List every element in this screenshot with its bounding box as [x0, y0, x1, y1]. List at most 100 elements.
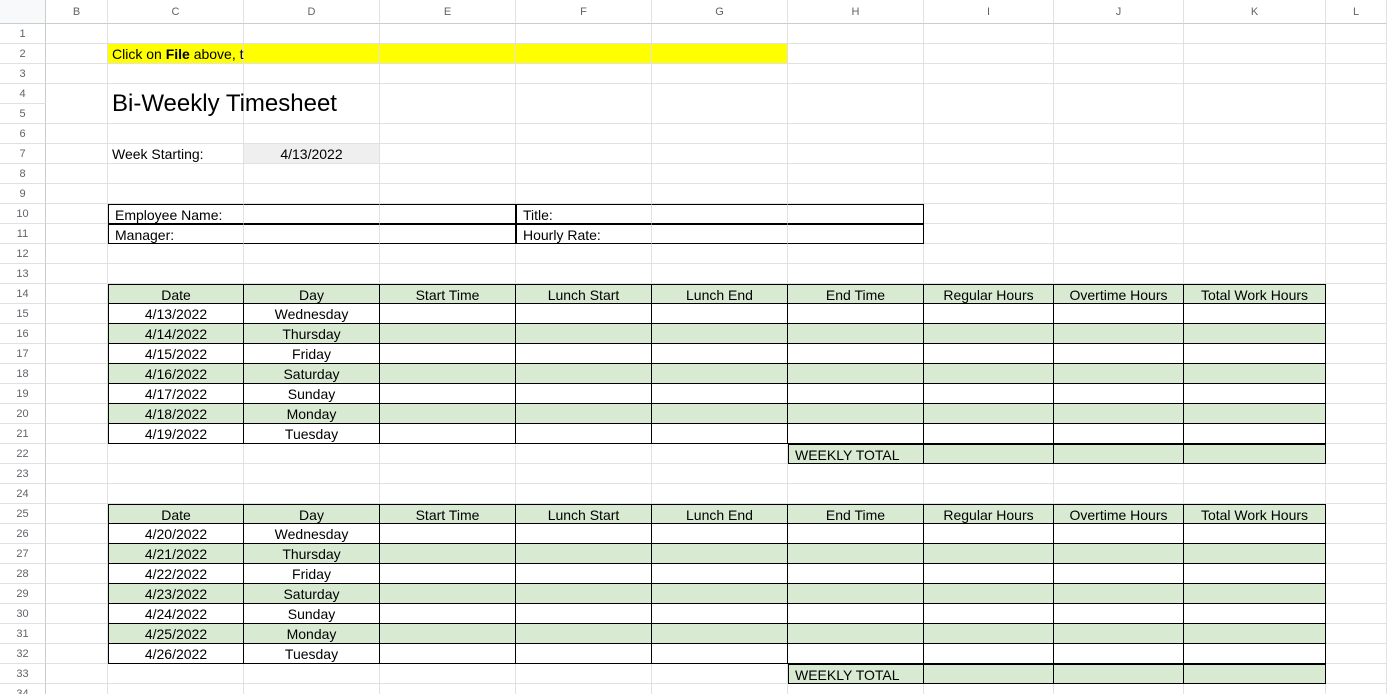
cell[interactable] — [924, 484, 1054, 504]
cell[interactable] — [652, 264, 788, 284]
time-cell[interactable] — [1184, 364, 1326, 384]
time-cell[interactable] — [652, 524, 788, 544]
time-cell[interactable] — [1054, 584, 1184, 604]
cell[interactable] — [46, 164, 108, 184]
row-header[interactable]: 27 — [0, 544, 46, 564]
col-header-E[interactable]: E — [380, 0, 516, 24]
cell[interactable] — [1326, 84, 1387, 124]
cell[interactable] — [652, 684, 788, 694]
cell[interactable] — [1054, 84, 1184, 124]
cell[interactable] — [244, 264, 380, 284]
day-cell[interactable]: Tuesday — [244, 424, 380, 444]
time-cell[interactable] — [516, 624, 652, 644]
cell[interactable] — [788, 44, 924, 64]
cell[interactable] — [244, 444, 380, 464]
time-cell[interactable] — [788, 404, 924, 424]
row-header[interactable]: 10 — [0, 204, 46, 224]
cell[interactable] — [244, 464, 380, 484]
col-header-H[interactable]: H — [788, 0, 924, 24]
cell[interactable] — [46, 404, 108, 424]
cell[interactable] — [652, 204, 788, 224]
cell[interactable] — [46, 184, 108, 204]
time-cell[interactable] — [1184, 564, 1326, 584]
col-header-L[interactable]: L — [1326, 0, 1387, 24]
cell[interactable] — [46, 484, 108, 504]
cell[interactable] — [380, 464, 516, 484]
row-header[interactable]: 29 — [0, 584, 46, 604]
time-cell[interactable] — [652, 324, 788, 344]
cell[interactable] — [244, 244, 380, 264]
cell[interactable] — [516, 464, 652, 484]
cell[interactable] — [1054, 144, 1184, 164]
cell[interactable] — [516, 84, 652, 124]
cell[interactable] — [1184, 224, 1326, 244]
cell[interactable] — [1184, 144, 1326, 164]
time-cell[interactable] — [924, 344, 1054, 364]
day-cell[interactable]: Monday — [244, 624, 380, 644]
cell[interactable] — [652, 64, 788, 84]
cell[interactable] — [46, 684, 108, 694]
date-cell[interactable]: 4/26/2022 — [108, 644, 244, 664]
cell[interactable] — [244, 64, 380, 84]
cell[interactable] — [1326, 384, 1387, 404]
cell[interactable] — [46, 584, 108, 604]
day-cell[interactable]: Friday — [244, 344, 380, 364]
cell[interactable] — [108, 484, 244, 504]
time-cell[interactable] — [516, 544, 652, 564]
time-cell[interactable] — [924, 624, 1054, 644]
time-cell[interactable] — [652, 624, 788, 644]
cell[interactable] — [1326, 204, 1387, 224]
cell[interactable] — [244, 684, 380, 694]
time-cell[interactable] — [652, 564, 788, 584]
cell[interactable] — [46, 384, 108, 404]
time-cell[interactable] — [788, 544, 924, 564]
time-cell[interactable] — [1184, 544, 1326, 564]
col-header-I[interactable]: I — [924, 0, 1054, 24]
row-header[interactable]: 24 — [0, 484, 46, 504]
cell[interactable] — [108, 264, 244, 284]
time-cell[interactable] — [1184, 584, 1326, 604]
cell[interactable] — [788, 84, 924, 124]
time-cell[interactable] — [516, 564, 652, 584]
cell[interactable] — [516, 484, 652, 504]
row-header[interactable]: 6 — [0, 124, 46, 144]
time-cell[interactable] — [1184, 384, 1326, 404]
cell[interactable] — [1184, 124, 1326, 144]
time-cell[interactable] — [788, 384, 924, 404]
cell[interactable] — [1326, 364, 1387, 384]
cell[interactable] — [1184, 244, 1326, 264]
time-cell[interactable] — [1054, 404, 1184, 424]
cell[interactable] — [244, 224, 380, 244]
cell[interactable] — [1054, 224, 1184, 244]
day-cell[interactable]: Wednesday — [244, 524, 380, 544]
cell[interactable] — [788, 164, 924, 184]
time-cell[interactable] — [652, 544, 788, 564]
cell[interactable] — [1326, 624, 1387, 644]
cell[interactable] — [1184, 24, 1326, 44]
time-cell[interactable] — [788, 644, 924, 664]
time-cell[interactable] — [380, 344, 516, 364]
cell[interactable] — [380, 64, 516, 84]
cell[interactable] — [924, 184, 1054, 204]
cell[interactable] — [924, 44, 1054, 64]
weekly-total-value[interactable] — [1184, 664, 1326, 684]
row-header[interactable]: 32 — [0, 644, 46, 664]
row-header[interactable]: 15 — [0, 304, 46, 324]
cell[interactable] — [924, 84, 1054, 124]
hourly-rate-field[interactable]: Hourly Rate: — [516, 224, 652, 244]
time-cell[interactable] — [924, 324, 1054, 344]
cell[interactable] — [46, 64, 108, 84]
select-all-corner[interactable] — [0, 0, 46, 24]
cell[interactable] — [1184, 84, 1326, 124]
col-header-G[interactable]: G — [652, 0, 788, 24]
cell[interactable] — [46, 544, 108, 564]
cell[interactable] — [516, 64, 652, 84]
time-cell[interactable] — [788, 324, 924, 344]
cell[interactable] — [46, 124, 108, 144]
cell[interactable] — [1184, 464, 1326, 484]
cell[interactable] — [46, 244, 108, 264]
time-cell[interactable] — [380, 524, 516, 544]
cell[interactable] — [652, 84, 788, 124]
time-cell[interactable] — [1054, 324, 1184, 344]
cell[interactable] — [788, 204, 924, 224]
